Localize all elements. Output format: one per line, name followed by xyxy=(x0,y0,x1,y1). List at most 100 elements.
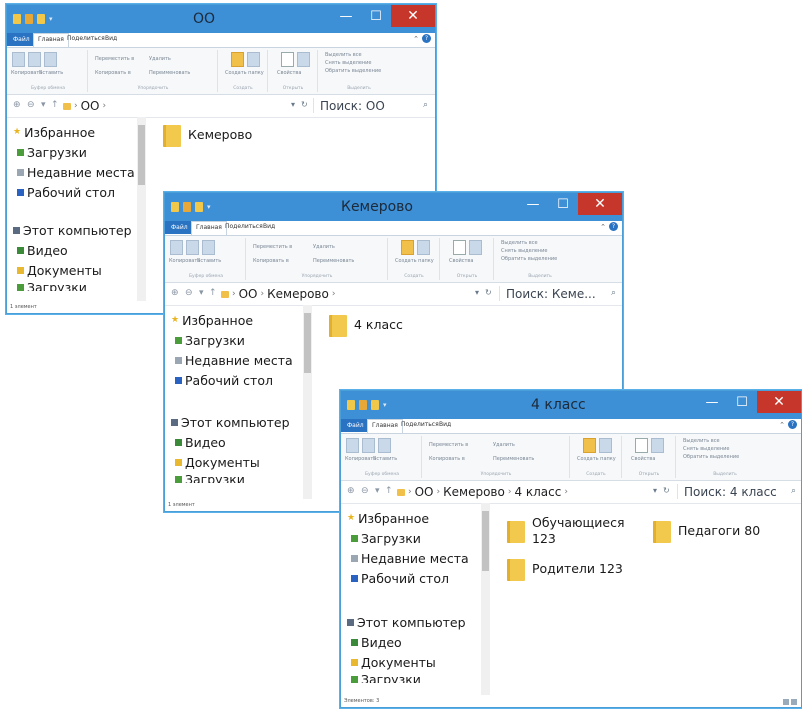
maximize-button[interactable]: ☐ xyxy=(727,391,757,413)
forward-icon[interactable]: ⊖ xyxy=(361,486,369,496)
breadcrumb-segment[interactable]: Кемерово xyxy=(267,287,329,301)
properties-icon[interactable] xyxy=(635,438,648,453)
chevron-up-icon[interactable]: ⌃ xyxy=(413,35,419,43)
properties-icon[interactable] xyxy=(453,240,466,255)
minimize-button[interactable]: — xyxy=(518,193,548,215)
nav-item-downloads[interactable]: Загрузки xyxy=(175,333,245,348)
chevron-down-icon[interactable]: ▾ xyxy=(199,288,204,298)
new-folder-icon[interactable] xyxy=(195,202,203,212)
chevron-down-icon[interactable]: ▾ xyxy=(383,400,387,410)
new-folder-icon[interactable] xyxy=(37,14,45,24)
new-folder-icon[interactable] xyxy=(371,400,379,410)
details-view-icon[interactable] xyxy=(783,699,789,705)
search-box[interactable]: Поиск: Кеме... ⌕ xyxy=(499,286,620,301)
new-folder-icon[interactable] xyxy=(231,52,244,67)
back-icon[interactable]: ⊕ xyxy=(347,486,355,496)
tab-view[interactable]: Вид xyxy=(263,223,275,230)
search-box[interactable]: Поиск: ОО ⌕ xyxy=(313,98,432,113)
new-item-icon[interactable] xyxy=(417,240,430,255)
chevron-right-icon[interactable]: › xyxy=(232,289,236,299)
title-bar[interactable]: ▾ 4 класс — ☐ ✕ xyxy=(341,391,801,419)
breadcrumb[interactable]: › ОО › Кемерово › 4 класс › xyxy=(397,485,568,499)
open-icon[interactable] xyxy=(297,52,310,67)
paste-button[interactable]: Вставить xyxy=(39,70,63,76)
scrollbar-thumb[interactable] xyxy=(138,125,145,185)
nav-item-favorites[interactable]: ★ Избранное xyxy=(171,313,253,328)
search-icon[interactable]: ⌕ xyxy=(791,486,796,496)
nav-item-desktop[interactable]: Рабочий стол xyxy=(175,373,273,388)
up-arrow-icon[interactable]: ↑ xyxy=(385,486,393,496)
nav-item-videos[interactable]: Видео xyxy=(351,635,402,650)
select-none-button[interactable]: Снять выделение xyxy=(325,60,372,66)
nav-scrollbar[interactable] xyxy=(137,117,146,301)
nav-item-videos[interactable]: Видео xyxy=(175,435,226,450)
select-all-button[interactable]: Выделить все xyxy=(683,438,720,444)
chevron-right-icon[interactable]: › xyxy=(332,289,336,299)
up-arrow-icon[interactable]: ↑ xyxy=(51,100,59,110)
delete-button[interactable]: Удалить xyxy=(493,442,515,448)
new-folder-button[interactable]: Создать папку xyxy=(225,70,264,76)
chevron-down-icon[interactable]: ▾ xyxy=(207,202,211,212)
maximize-button[interactable]: ☐ xyxy=(548,193,578,215)
copy-icon[interactable] xyxy=(12,52,25,67)
nav-item-favorites[interactable]: ★ Избранное xyxy=(13,125,95,140)
copy-to-button[interactable]: Копировать в xyxy=(253,258,289,264)
title-bar[interactable]: ▾ ОО — ☐ ✕ xyxy=(7,5,435,33)
new-item-icon[interactable] xyxy=(247,52,260,67)
move-to-button[interactable]: Переместить в xyxy=(95,56,134,62)
chevron-down-icon[interactable]: ▾ xyxy=(49,14,53,24)
invert-selection-button[interactable]: Обратить выделение xyxy=(683,454,739,460)
properties-button[interactable]: Свойства xyxy=(449,258,473,264)
folder-item[interactable]: 4 класс xyxy=(329,315,403,337)
breadcrumb[interactable]: › ОО › xyxy=(63,99,106,113)
search-input[interactable]: Поиск: ОО xyxy=(314,99,385,113)
rename-button[interactable]: Переименовать xyxy=(493,456,534,462)
chevron-down-icon[interactable]: ▾ xyxy=(475,288,479,297)
chevron-down-icon[interactable]: ▾ xyxy=(41,100,46,110)
properties-icon[interactable] xyxy=(183,202,191,212)
paste-icon[interactable] xyxy=(362,438,375,453)
nav-item-this-pc[interactable]: Этот компьютер xyxy=(13,223,132,238)
chevron-down-icon[interactable]: ▾ xyxy=(375,486,380,496)
chevron-right-icon[interactable]: › xyxy=(437,487,441,497)
new-folder-button[interactable]: Создать папку xyxy=(395,258,434,264)
help-icon[interactable]: ? xyxy=(609,222,618,231)
scrollbar-thumb[interactable] xyxy=(304,313,311,373)
properties-button[interactable]: Свойства xyxy=(631,456,655,462)
folder-item[interactable]: Педагоги 80 xyxy=(653,521,760,543)
copy-button[interactable]: Копировать xyxy=(11,70,42,76)
tab-view[interactable]: Вид xyxy=(105,35,117,42)
chevron-right-icon[interactable]: › xyxy=(564,487,568,497)
nav-item-downloads-cut[interactable]: Загрузки xyxy=(175,475,245,483)
paste-button[interactable]: Вставить xyxy=(373,456,397,462)
rename-button[interactable]: Переименовать xyxy=(313,258,354,264)
nav-item-this-pc[interactable]: Этот компьютер xyxy=(347,615,466,630)
search-input[interactable]: Поиск: 4 класс xyxy=(678,485,777,499)
close-button[interactable]: ✕ xyxy=(757,391,801,413)
select-all-button[interactable]: Выделить все xyxy=(325,52,362,58)
breadcrumb-segment[interactable]: Кемерово xyxy=(443,485,505,499)
scrollbar-thumb[interactable] xyxy=(482,511,489,571)
select-none-button[interactable]: Снять выделение xyxy=(683,446,730,452)
tab-file[interactable]: Файл xyxy=(7,33,36,46)
back-icon[interactable]: ⊕ xyxy=(171,288,179,298)
move-to-button[interactable]: Переместить в xyxy=(253,244,292,250)
new-folder-button[interactable]: Создать папку xyxy=(577,456,616,462)
tab-share[interactable]: Поделиться xyxy=(225,223,263,230)
tab-home[interactable]: Главная xyxy=(191,221,227,235)
new-folder-icon[interactable] xyxy=(401,240,414,255)
open-icon[interactable] xyxy=(469,240,482,255)
nav-item-downloads-cut[interactable]: Загрузки xyxy=(17,283,87,291)
tab-view[interactable]: Вид xyxy=(439,421,451,428)
properties-icon[interactable] xyxy=(281,52,294,67)
nav-item-downloads[interactable]: Загрузки xyxy=(17,145,87,160)
breadcrumb-segment[interactable]: ОО xyxy=(81,99,100,113)
paste-icon[interactable] xyxy=(186,240,199,255)
move-to-button[interactable]: Переместить в xyxy=(429,442,468,448)
chevron-right-icon[interactable]: › xyxy=(508,487,512,497)
cut-icon[interactable] xyxy=(202,240,215,255)
nav-item-this-pc[interactable]: Этот компьютер xyxy=(171,415,290,430)
tab-file[interactable]: Файл xyxy=(341,419,370,432)
refresh-icon[interactable]: ↻ xyxy=(301,100,308,109)
nav-item-favorites[interactable]: ★ Избранное xyxy=(347,511,429,526)
